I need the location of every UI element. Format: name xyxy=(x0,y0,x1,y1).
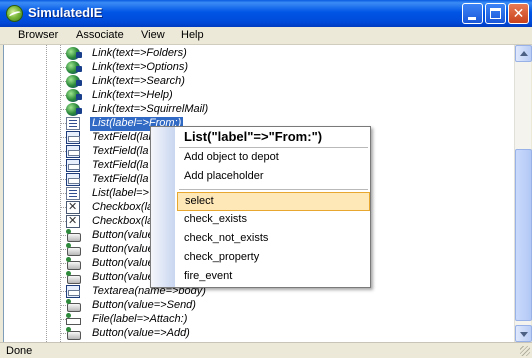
tree-item-label: Link(text=>Folders) xyxy=(92,47,187,59)
globe-link-icon xyxy=(66,75,82,88)
context-menu-header: List("label"=>"From:") xyxy=(184,129,323,144)
app-globe-icon xyxy=(6,5,23,22)
menu-item-add-object-to-depot[interactable]: Add object to depot xyxy=(177,148,370,167)
list-icon xyxy=(66,187,80,200)
menu-item-add-placeholder[interactable]: Add placeholder xyxy=(177,167,370,186)
button-icon xyxy=(66,271,81,284)
tree-item[interactable]: Link(text=>Options) xyxy=(4,61,404,75)
globe-link-icon xyxy=(66,61,82,74)
checkbox-icon xyxy=(66,214,80,228)
list-icon xyxy=(66,117,80,130)
menu-browser[interactable]: Browser xyxy=(18,29,58,41)
textfield-icon xyxy=(66,285,80,298)
textfield-icon xyxy=(66,173,80,186)
context-menu-icon-strip xyxy=(151,127,175,287)
scroll-down-button[interactable] xyxy=(515,325,532,342)
context-menu-separator xyxy=(179,189,368,190)
textfield-icon xyxy=(66,159,80,172)
tree-item-label: Checkbox(la xyxy=(92,215,154,227)
button-icon xyxy=(66,243,81,256)
title-bar[interactable]: SimulatedIE ✕ xyxy=(0,0,532,27)
tree-item-label: File(label=>Attach:) xyxy=(92,313,188,325)
globe-link-icon xyxy=(66,103,82,116)
tree-item-label: Button(value xyxy=(92,243,154,255)
tree-item[interactable]: Link(text=>SquirrelMail) xyxy=(4,103,404,117)
tree-item[interactable]: Link(text=>Folders) xyxy=(4,47,404,61)
close-icon: ✕ xyxy=(512,5,525,21)
tree-item[interactable]: Link(text=>Help) xyxy=(4,89,404,103)
context-menu: List("label"=>"From:") Add object to dep… xyxy=(150,126,371,288)
tree-item-label: TextField(la xyxy=(92,173,149,185)
tree-item-label: TextField(lab xyxy=(92,131,155,143)
scroll-up-button[interactable] xyxy=(515,45,532,62)
menu-item-check-not-exists[interactable]: check_not_exists xyxy=(177,229,370,248)
vertical-scrollbar[interactable] xyxy=(514,45,532,342)
button-icon xyxy=(66,327,81,340)
tree-item-label: Checkbox(la xyxy=(92,201,154,213)
maximize-button[interactable] xyxy=(485,3,506,24)
menu-item-check-property[interactable]: check_property xyxy=(177,248,370,267)
resize-grip[interactable] xyxy=(520,346,530,356)
menu-help[interactable]: Help xyxy=(181,29,204,41)
textfield-icon xyxy=(66,145,80,158)
tree-item-label: Button(value=>Add) xyxy=(92,327,190,339)
tree-item-label: Link(text=>Search) xyxy=(92,75,185,87)
arrow-up-icon xyxy=(520,51,528,56)
tree-item-label: TextField(la xyxy=(92,159,149,171)
tree-item-label: Link(text=>SquirrelMail) xyxy=(92,103,209,115)
maximize-icon xyxy=(490,8,501,19)
tree-item[interactable]: Link(text=>Search) xyxy=(4,75,404,89)
globe-link-icon xyxy=(66,47,82,60)
tree-item-label: Button(value xyxy=(92,229,154,241)
button-icon xyxy=(66,257,81,270)
arrow-down-icon xyxy=(520,332,528,337)
button-icon xyxy=(66,299,81,312)
tree-item[interactable]: Button(value=>Send) xyxy=(4,299,404,313)
tree-item[interactable]: Button(value=>Add) xyxy=(4,327,404,341)
menu-view[interactable]: View xyxy=(141,29,165,41)
window-title: SimulatedIE xyxy=(28,5,103,20)
tree-item-label: Button(value xyxy=(92,257,154,269)
tree-item-label: TextField(la xyxy=(92,145,149,157)
tree-item-label: Link(text=>Help) xyxy=(92,89,173,101)
status-text: Done xyxy=(6,345,33,357)
tree-item-label: Link(text=>Options) xyxy=(92,61,188,73)
textfield-icon xyxy=(66,131,80,144)
menu-associate[interactable]: Associate xyxy=(76,29,124,41)
close-button[interactable]: ✕ xyxy=(508,3,529,24)
status-bar: Done xyxy=(0,342,532,358)
button-icon xyxy=(66,229,81,242)
tree-item-label: Button(value=>Send) xyxy=(92,299,196,311)
menu-item-check-exists[interactable]: check_exists xyxy=(177,210,370,229)
menu-bar: Browser Associate View Help xyxy=(0,27,532,45)
tree-item-label: List(label=> xyxy=(92,187,149,199)
menu-item-select[interactable]: select xyxy=(177,192,370,211)
checkbox-icon xyxy=(66,200,80,214)
file-icon xyxy=(66,313,81,326)
menu-item-fire-event[interactable]: fire_event xyxy=(177,267,370,286)
minimize-icon xyxy=(468,17,476,20)
scroll-thumb[interactable] xyxy=(515,149,532,321)
tree-item[interactable]: File(label=>Attach:) xyxy=(4,313,404,327)
minimize-button[interactable] xyxy=(462,3,483,24)
globe-link-icon xyxy=(66,89,82,102)
tree-item-label: Button(value xyxy=(92,271,154,283)
